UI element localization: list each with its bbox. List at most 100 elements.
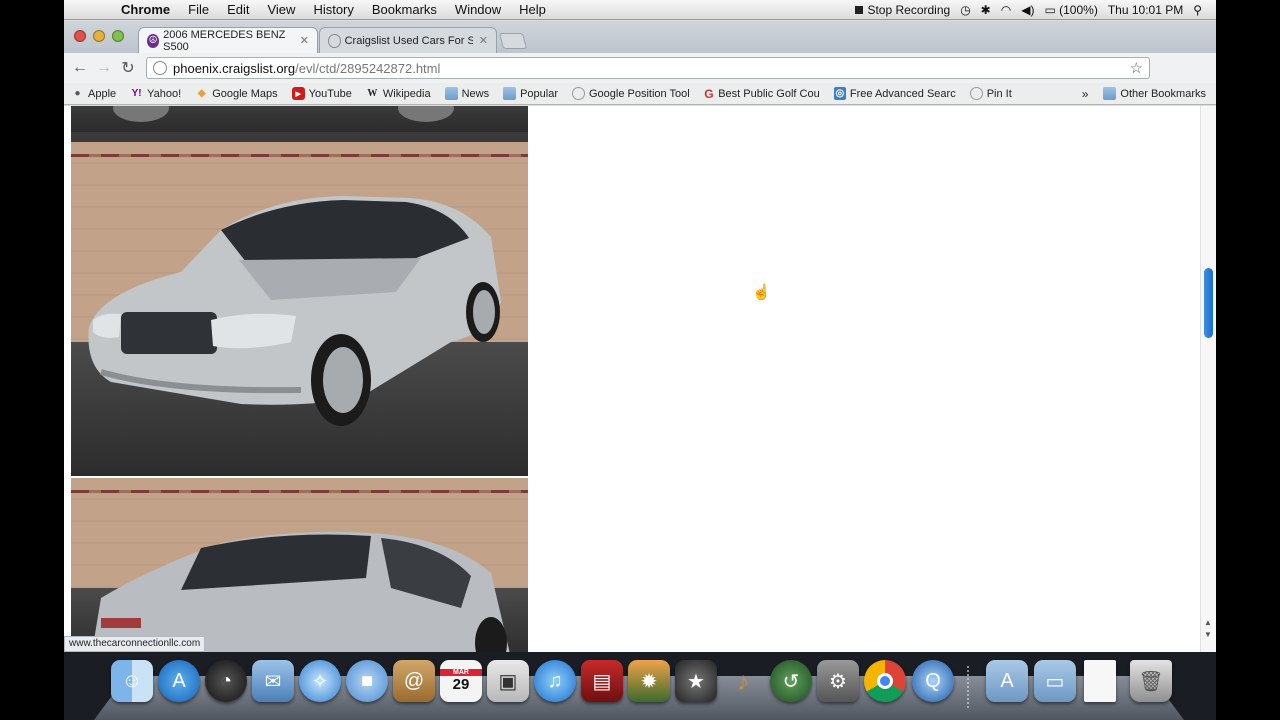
maps-icon: ◆ — [197, 88, 206, 99]
scrollbar-thumb[interactable] — [1204, 268, 1213, 338]
page-content — [64, 106, 1200, 652]
safari-icon[interactable]: ✧ — [299, 660, 341, 702]
quicktime-icon[interactable]: Q — [912, 660, 954, 702]
bookmark-other-bookmarks[interactable]: Other Bookmarks — [1096, 87, 1216, 100]
time-machine-icon[interactable]: ◷ — [960, 3, 970, 17]
menu-view[interactable]: View — [258, 2, 304, 17]
bookmark-pin-it[interactable]: Pin It — [963, 87, 1019, 100]
document-file-icon[interactable] — [1084, 660, 1116, 702]
battery-item[interactable]: ▭ (100%) — [1044, 3, 1097, 17]
folder-icon — [444, 87, 458, 100]
chrome-center — [877, 673, 893, 689]
bookmark-label: Google Position Tool — [589, 87, 690, 100]
tab-close-icon[interactable]: ✕ — [473, 34, 488, 47]
bookmark-folder-news[interactable]: News — [438, 87, 497, 100]
bookmark-apple[interactable]: ● Apple — [64, 87, 123, 100]
menu-bookmarks[interactable]: Bookmarks — [363, 2, 446, 17]
trash-icon[interactable]: 🗑 — [1130, 660, 1172, 702]
menu-edit[interactable]: Edit — [218, 2, 258, 17]
globe-icon — [328, 33, 341, 48]
page-scrollbar[interactable]: ▲ ▼ — [1200, 106, 1216, 652]
imovie-icon[interactable]: ★ — [675, 660, 717, 702]
close-window-button[interactable] — [74, 30, 86, 42]
tab-mercedes-listing[interactable]: ☮ 2006 MERCEDES BENZ S500 ✕ — [138, 27, 318, 53]
car-photo-partial[interactable] — [71, 106, 528, 142]
bookmark-folder-popular[interactable]: Popular — [496, 87, 565, 100]
garageband-icon[interactable]: ♪ — [722, 660, 764, 702]
tab-craigslist-used-cars[interactable]: Craigslist Used Cars For Sale ✕ — [319, 27, 497, 53]
menu-window[interactable]: Window — [446, 2, 510, 17]
menu-help[interactable]: Help — [510, 2, 555, 17]
bookmark-label: Other Bookmarks — [1120, 87, 1206, 100]
battery-icon: ▭ — [1044, 2, 1056, 17]
reload-icon[interactable]: ↻ — [116, 58, 140, 78]
bookmark-label: Free Advanced Searc — [849, 87, 956, 100]
spotlight-icon[interactable]: ⚲ — [1193, 3, 1202, 17]
bookmarks-bar: ● Apple Y! Yahoo! ◆ Google Maps ▶ YouTube WW… — [64, 83, 1216, 105]
address-book-icon[interactable]: @ — [393, 660, 435, 702]
bluetooth-icon[interactable]: ✱ — [981, 3, 991, 17]
silver-sedan-rear-image — [92, 531, 510, 652]
tab-close-icon[interactable]: ✕ — [294, 34, 309, 47]
car-wheels-image — [71, 106, 528, 142]
bookmark-youtube[interactable]: ▶ YouTube — [285, 87, 359, 100]
page-info-icon[interactable] — [153, 61, 167, 75]
scroll-up-arrow-icon[interactable]: ▲ — [1204, 618, 1212, 627]
car-photo-front[interactable] — [71, 142, 528, 476]
preview-icon[interactable]: ▣ — [487, 660, 529, 702]
facetime-icon[interactable]: ■ — [346, 660, 388, 702]
back-icon[interactable]: ← — [68, 59, 92, 77]
minimize-window-button[interactable] — [93, 30, 105, 42]
bookmark-yahoo[interactable]: Y! Yahoo! — [123, 87, 188, 100]
silver-sedan-image — [88, 196, 501, 426]
browser-toolbar: ← → ↻ phoenix.craigslist.org /evl/ctd/28… — [64, 53, 1216, 131]
ical-icon[interactable]: MAR 29 — [440, 660, 482, 702]
documents-folder-icon[interactable]: ▭ — [1034, 660, 1076, 702]
volume-icon[interactable]: ◀) — [1021, 3, 1034, 17]
stop-recording-label: Stop Recording — [867, 2, 951, 17]
dashboard-icon[interactable]: ◔ — [205, 660, 247, 702]
finder-icon[interactable]: ☺ — [111, 660, 153, 702]
car-photo-rear[interactable] — [71, 478, 528, 652]
apple-icon: ● — [74, 88, 81, 99]
scroll-down-arrow-icon[interactable]: ▼ — [1204, 630, 1212, 639]
chrome-icon[interactable] — [864, 660, 906, 702]
globe-icon — [969, 87, 983, 100]
menu-history[interactable]: History — [304, 2, 362, 17]
bookmarks-overflow-chevron-icon[interactable]: » — [1074, 87, 1097, 101]
stop-recording-item[interactable]: Stop Recording — [855, 3, 950, 17]
forward-icon[interactable]: → — [92, 59, 116, 77]
menu-bar: Chrome File Edit View History Bookmarks … — [64, 0, 1216, 20]
time-machine-icon[interactable]: ↺ — [770, 660, 812, 702]
bookmark-label: Google Maps — [212, 87, 278, 100]
iphoto-icon[interactable]: ✹ — [628, 660, 670, 702]
bookmark-wikipedia[interactable]: W Wikipedia — [359, 87, 438, 100]
bookmark-label: Popular — [520, 87, 558, 100]
bookmark-star-icon[interactable]: ☆ — [1130, 59, 1143, 77]
menu-app-name[interactable]: Chrome — [112, 2, 179, 17]
folder-icon — [503, 87, 517, 100]
system-preferences-icon[interactable]: ⚙ — [817, 660, 859, 702]
menu-file[interactable]: File — [179, 2, 218, 17]
applications-folder-icon[interactable]: A — [986, 660, 1028, 702]
address-bar[interactable]: phoenix.craigslist.org /evl/ctd/28952428… — [146, 57, 1150, 79]
app-store-icon[interactable]: A — [158, 660, 200, 702]
zoom-window-button[interactable] — [112, 30, 124, 42]
clock[interactable]: Thu 10:01 PM — [1108, 3, 1183, 17]
bookmark-google-maps[interactable]: ◆ Google Maps — [188, 87, 284, 100]
calendar-day: 29 — [452, 676, 470, 693]
bookmark-free-advanced-search[interactable]: ◎ Free Advanced Searc — [827, 87, 963, 100]
mail-icon[interactable]: ✉ — [252, 660, 294, 702]
dock: ☺ A ◔ ✉ ✧ ■ @ MAR 29 ▣ ♫ ▤ ✹ ★ ♪ ↺ ⚙ Q A… — [64, 652, 1216, 720]
new-tab-button[interactable] — [498, 33, 528, 49]
tab-title: Craigslist Used Cars For Sale — [344, 34, 473, 47]
photo-booth-icon[interactable]: ▤ — [581, 660, 623, 702]
folder-icon — [1103, 87, 1117, 100]
bookmark-best-public-golf[interactable]: G Best Public Golf Cou — [697, 87, 827, 100]
youtube-icon: ▶ — [291, 87, 305, 100]
wifi-icon[interactable]: ◠ — [1001, 3, 1011, 17]
bookmark-google-position-tool[interactable]: Google Position Tool — [565, 87, 697, 100]
bookmark-label: Apple — [88, 87, 117, 100]
bookmark-label: Yahoo! — [147, 87, 182, 100]
itunes-icon[interactable]: ♫ — [534, 660, 576, 702]
